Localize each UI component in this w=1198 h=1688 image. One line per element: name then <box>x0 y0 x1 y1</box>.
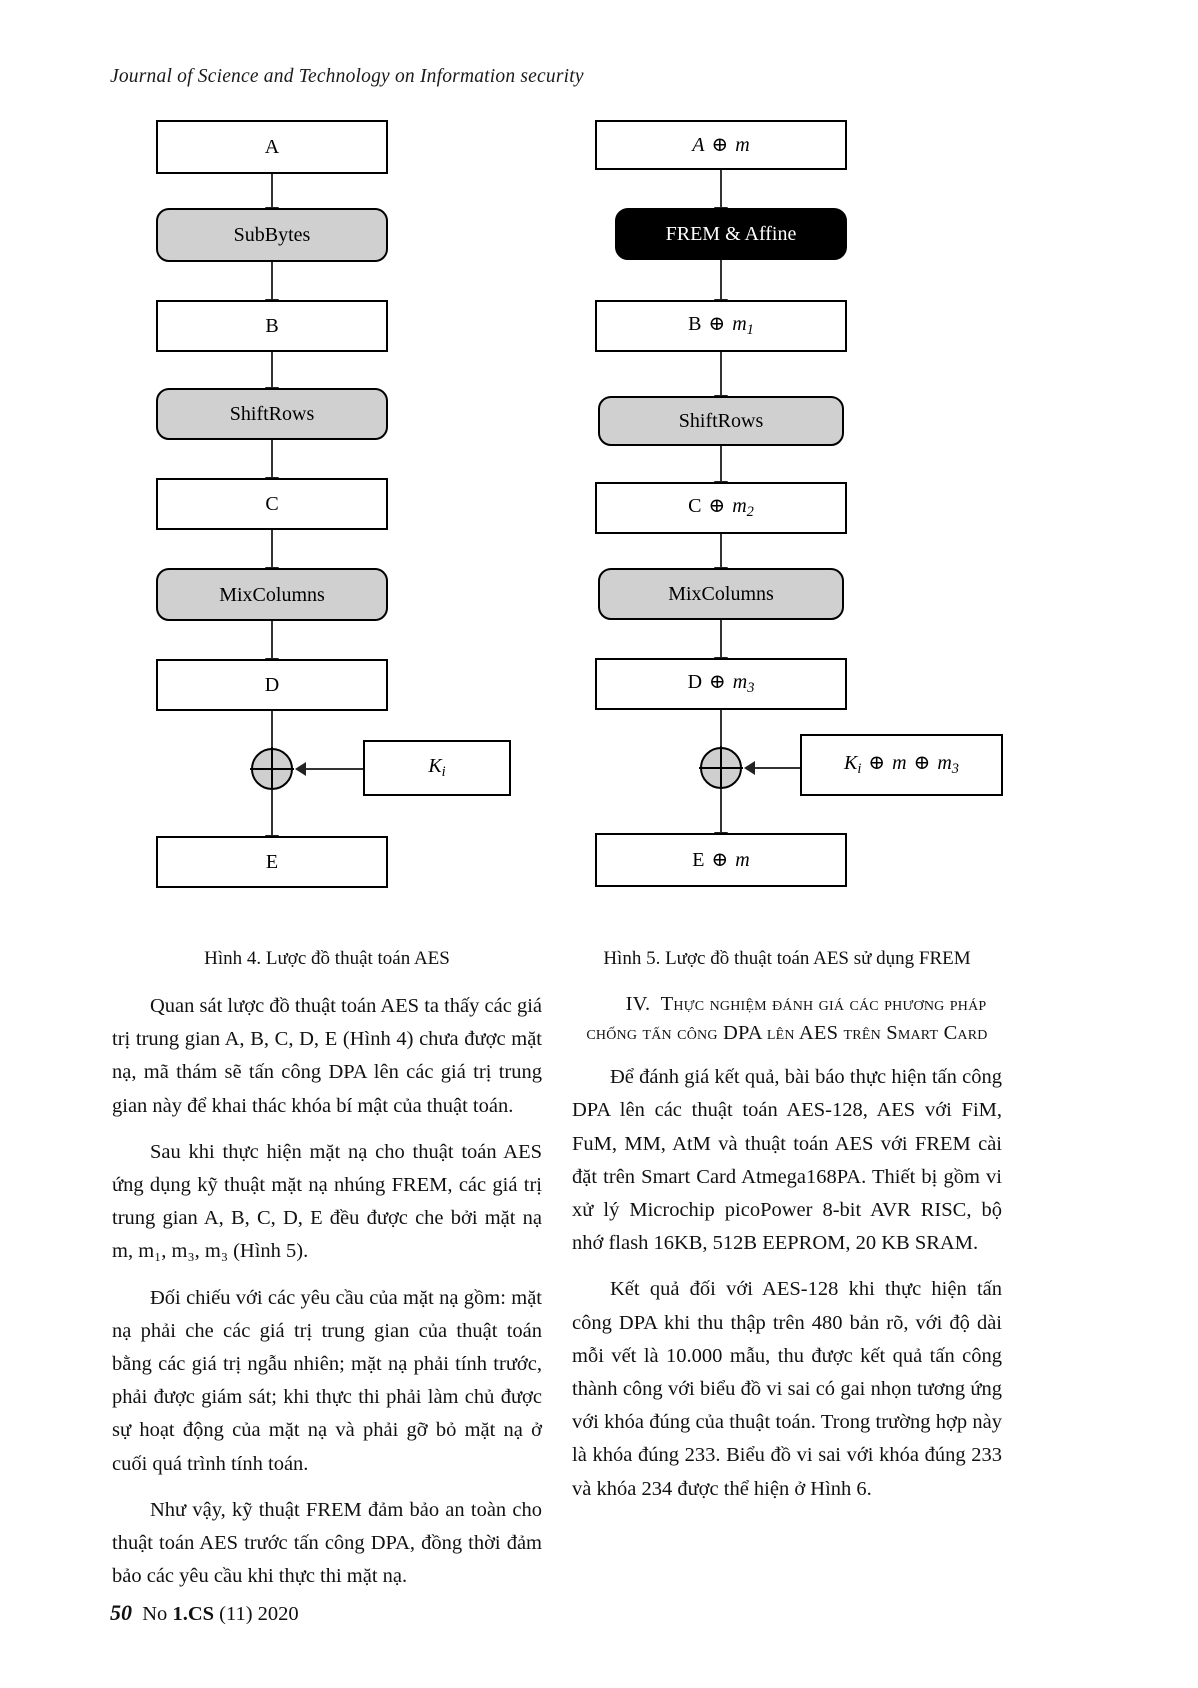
paper-page: Journal of Science and Technology on Inf… <box>0 0 1198 1688</box>
running-head: Journal of Science and Technology on Inf… <box>110 66 584 87</box>
figure-4-caption: Hình 4. Lược đồ thuật toán AES <box>204 948 450 969</box>
flow4-node-e-label: E <box>265 851 279 873</box>
flow5-arrow-5 <box>714 534 728 578</box>
flow4-key-box: Ki <box>363 740 511 796</box>
flow4-node-d-label: D <box>264 674 280 696</box>
left-paragraph-1: Quan sát lược đồ thuật toán AES ta thấy … <box>112 995 542 1117</box>
flow5-node-d-xor-m3: D ⊕ m3 <box>595 658 847 710</box>
flow5-node-d-label: D ⊕ m3 <box>687 671 755 697</box>
left-text-column: Quan sát lược đồ thuật toán AES ta thấy … <box>112 990 542 1593</box>
flow5-node-b-label: B ⊕ m1 <box>688 313 754 339</box>
right-paragraph-2: Kết quả đối với AES-128 khi thực hiện tấ… <box>572 1278 1002 1500</box>
flow4-arrow-5 <box>265 530 279 578</box>
flow4-xor-junction <box>250 747 294 791</box>
flow4-node-subbytes-label: SubBytes <box>233 224 311 246</box>
flow5-arrow-6 <box>714 620 728 668</box>
flow5-node-mixcolumns: MixColumns <box>598 568 844 620</box>
flow4-key-label: Ki <box>428 755 446 781</box>
flow4-arrow-4 <box>265 440 279 488</box>
flow4-arrow-8 <box>265 790 279 846</box>
flow5-key-label: Ki ⊕ m ⊕ m3 <box>844 752 959 778</box>
flow5-node-c-label: C ⊕ m2 <box>688 495 754 521</box>
flow4-node-subbytes: SubBytes <box>156 208 388 262</box>
flow5-xor-junction <box>699 746 743 790</box>
footer-issue: 1.CS <box>172 1603 215 1625</box>
flow5-node-a-label: A ⊕ m <box>692 134 750 156</box>
right-text-column: IV. Thực nghiệm đánh giá các phương pháp… <box>572 990 1002 1506</box>
flow4-node-mixcolumns: MixColumns <box>156 568 388 621</box>
flow5-node-frem-affine: FREM & Affine <box>615 208 847 260</box>
left-paragraph-4: Như vậy, kỹ thuật FREM đảm bảo an toàn c… <box>112 1498 542 1588</box>
footer-issue-prefix: No <box>142 1603 173 1625</box>
flow5-node-e-label: E ⊕ m <box>692 849 750 871</box>
figures-region: A SubBytes B ShiftRows C MixColumns D Ki… <box>0 112 1198 922</box>
flow5-arrow-4 <box>714 446 728 492</box>
flow4-node-mixcolumns-label: MixColumns <box>219 583 325 606</box>
flow4-node-c: C <box>156 478 388 530</box>
flow4-node-d: D <box>156 659 388 711</box>
page-footer: 50 No 1.CS (11) 2020 <box>110 1600 299 1626</box>
section-heading: IV. Thực nghiệm đánh giá các phương pháp… <box>572 990 1002 1048</box>
flow4-node-b: B <box>156 300 388 352</box>
flow4-node-shiftrows-label: ShiftRows <box>229 403 315 425</box>
left-paragraph-2: Sau khi thực hiện mặt nạ cho thuật toán … <box>112 1140 542 1263</box>
flow4-arrow-6 <box>265 621 279 669</box>
section-number: IV. <box>625 993 651 1015</box>
footer-page-number: 50 <box>110 1600 132 1625</box>
flow5-node-shiftrows-label: ShiftRows <box>678 410 764 432</box>
flow4-node-e: E <box>156 836 388 888</box>
flow4-node-a: A <box>156 120 388 174</box>
flow5-arrow-2 <box>714 260 728 310</box>
flow4-node-b-label: B <box>265 315 279 337</box>
flow4-arrow-2 <box>265 262 279 310</box>
left-paragraph-3: Đối chiếu với các yêu cầu của mặt nạ gồm… <box>112 1286 542 1475</box>
flow5-key-arrow <box>744 761 800 775</box>
flow4-node-shiftrows: ShiftRows <box>156 388 388 440</box>
flow5-node-frem-affine-label: FREM & Affine <box>665 223 797 245</box>
figure-5-caption: Hình 5. Lược đồ thuật toán AES sử dụng F… <box>603 948 971 969</box>
footer-issue-suffix: (11) 2020 <box>214 1603 299 1625</box>
flow4-node-a-label: A <box>264 136 280 158</box>
flow5-node-c-xor-m2: C ⊕ m2 <box>595 482 847 534</box>
flow5-node-mixcolumns-label: MixColumns <box>668 583 774 605</box>
flow5-node-b-xor-m1: B ⊕ m1 <box>595 300 847 352</box>
flow4-arrow-3 <box>265 352 279 398</box>
flow5-node-e-xor-m: E ⊕ m <box>595 833 847 887</box>
right-paragraph-1: Để đánh giá kết quả, bài báo thực hiện t… <box>572 1066 1002 1255</box>
flow5-key-box: Ki ⊕ m ⊕ m3 <box>800 734 1003 796</box>
flow5-arrow-3 <box>714 352 728 406</box>
flow4-key-arrow <box>295 762 363 776</box>
flow5-arrow-1 <box>714 170 728 218</box>
flow5-arrow-8 <box>714 789 728 843</box>
flow5-node-shiftrows: ShiftRows <box>598 396 844 446</box>
flow5-node-a-xor-m: A ⊕ m <box>595 120 847 170</box>
flow4-arrow-1 <box>265 174 279 218</box>
flow4-node-c-label: C <box>265 493 279 515</box>
